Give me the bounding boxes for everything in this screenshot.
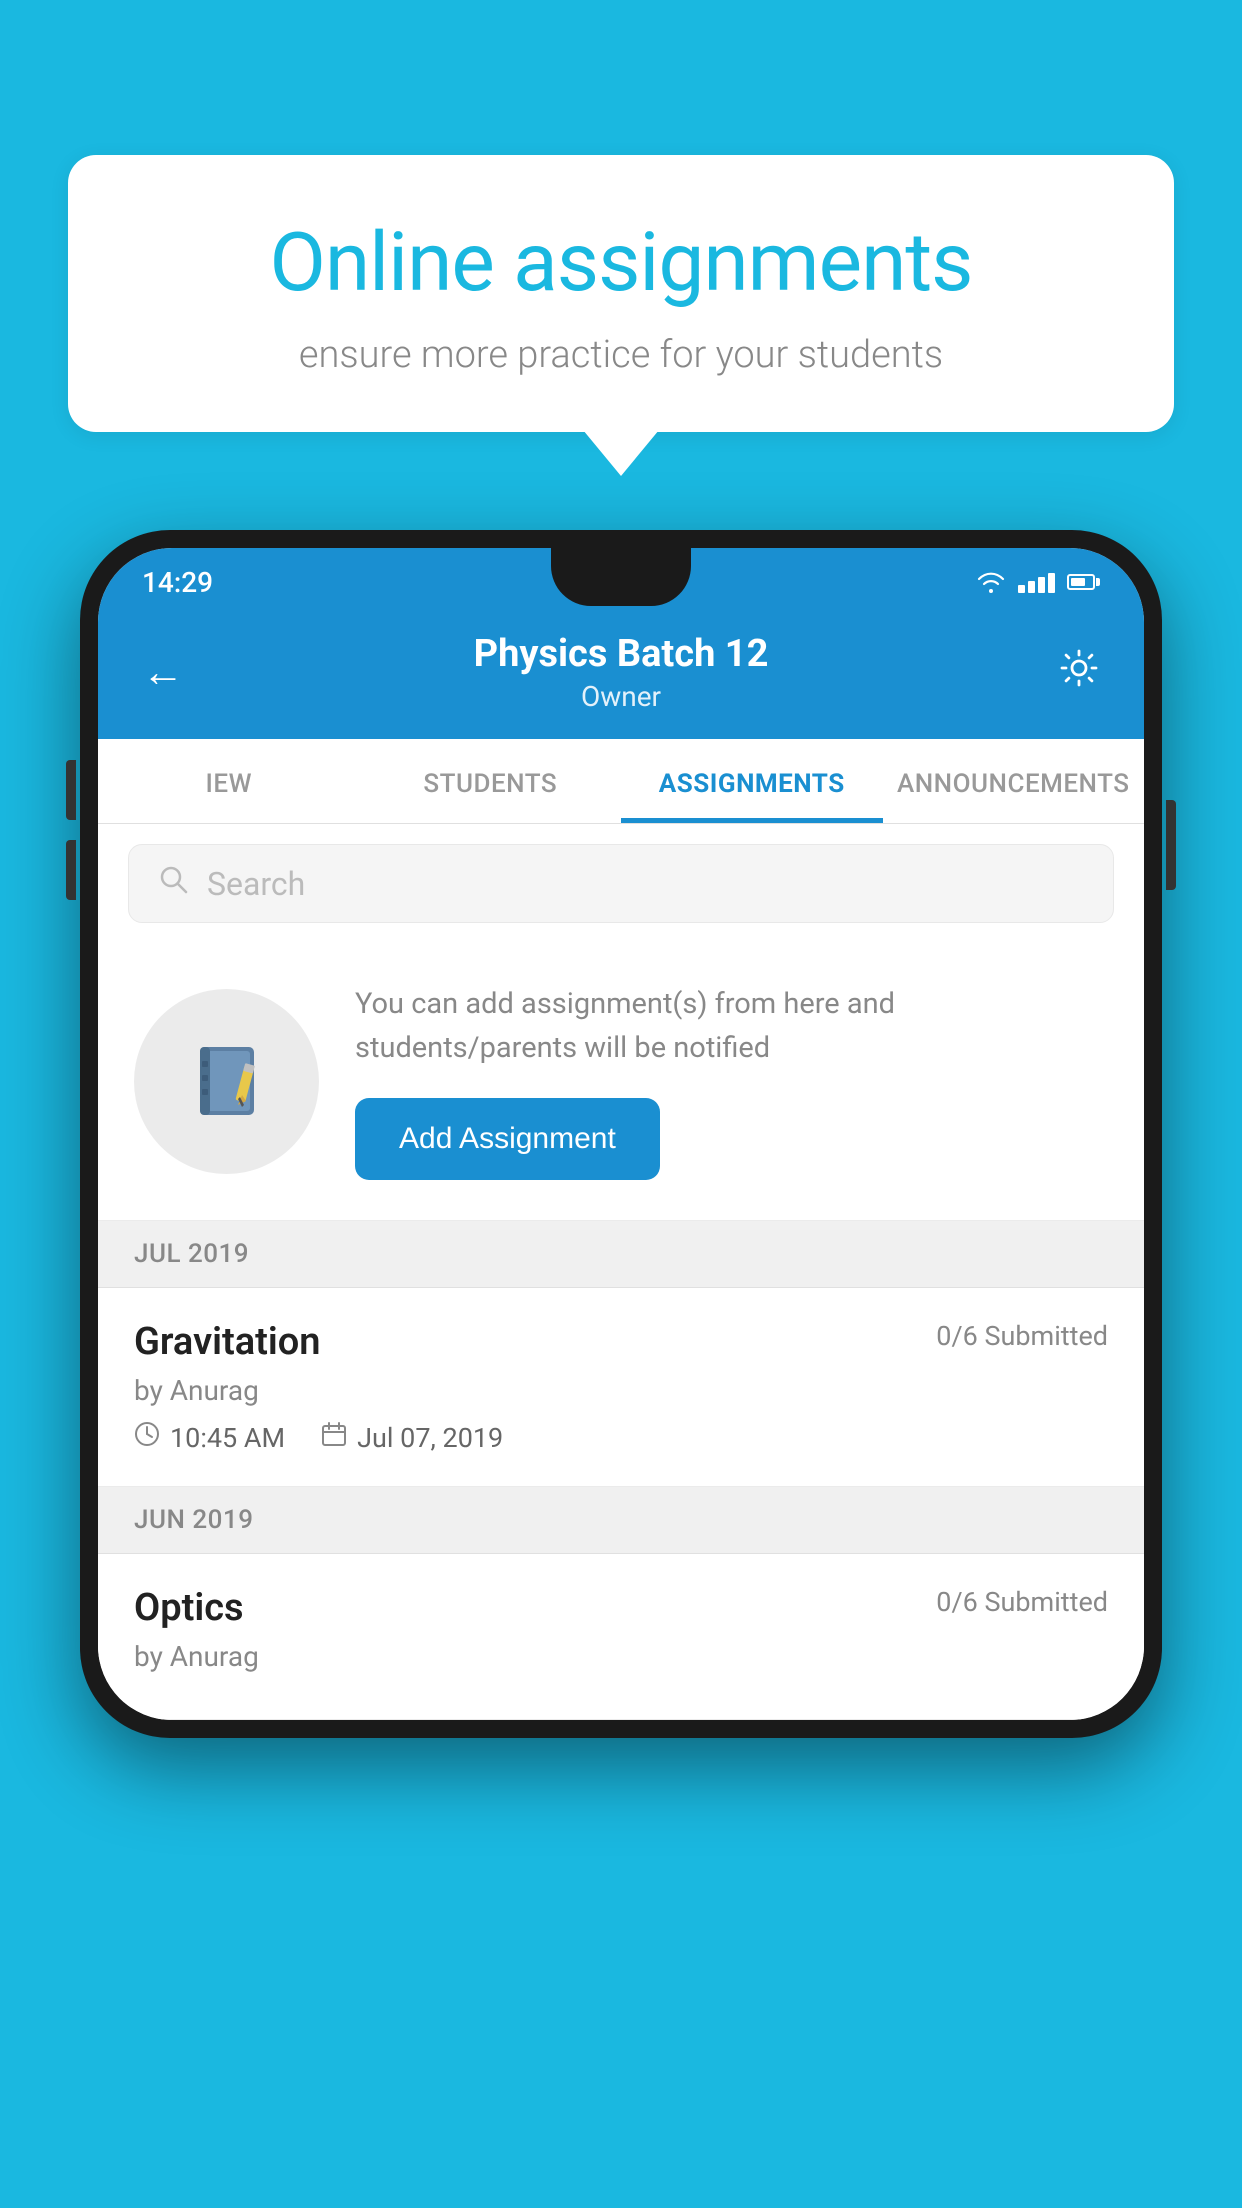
notebook-icon [182, 1037, 272, 1127]
assignment-time-gravitation: 10:45 AM [134, 1421, 285, 1454]
phone-screen: 14:29 [98, 548, 1144, 1720]
tab-students-label: STUDENTS [423, 769, 557, 799]
search-icon [157, 863, 189, 904]
battery-icon [1067, 574, 1100, 590]
batch-subtitle: Owner [474, 680, 769, 713]
speech-bubble-container: Online assignments ensure more practice … [68, 155, 1174, 432]
tabs-container: IEW STUDENTS ASSIGNMENTS ANNOUNCEMENTS [98, 739, 1144, 824]
promo-icon-circle [134, 989, 319, 1174]
tab-iew[interactable]: IEW [98, 739, 360, 823]
assignment-author-gravitation: by Anurag [134, 1374, 1108, 1407]
tab-students[interactable]: STUDENTS [360, 739, 622, 823]
tab-announcements-label: ANNOUNCEMENTS [897, 769, 1130, 799]
tab-announcements[interactable]: ANNOUNCEMENTS [883, 739, 1145, 823]
speech-bubble-title: Online assignments [138, 215, 1104, 311]
assignment-time-label: 10:45 AM [170, 1422, 285, 1454]
tab-assignments[interactable]: ASSIGNMENTS [621, 739, 883, 823]
search-container: Search [98, 824, 1144, 943]
app-header: ← Physics Batch 12 Owner [98, 612, 1144, 739]
side-button-power [1166, 800, 1176, 890]
assignment-meta-gravitation: 10:45 AM Jul 07, 2019 [134, 1421, 1108, 1454]
header-title-area: Physics Batch 12 Owner [474, 632, 769, 713]
search-placeholder: Search [207, 865, 305, 903]
wifi-icon [976, 571, 1006, 593]
assignment-row1-optics: Optics 0/6 Submitted [134, 1586, 1108, 1630]
assignment-title-optics: Optics [134, 1586, 244, 1630]
promo-content: You can add assignment(s) from here and … [355, 983, 1108, 1180]
speech-bubble: Online assignments ensure more practice … [68, 155, 1174, 432]
settings-button[interactable] [1058, 647, 1100, 699]
assignment-item-optics[interactable]: Optics 0/6 Submitted by Anurag [98, 1554, 1144, 1720]
section-header-jul2019-label: JUL 2019 [134, 1239, 249, 1269]
phone-notch [551, 548, 691, 606]
calendar-icon [321, 1421, 347, 1454]
gear-icon [1058, 647, 1100, 689]
batch-title: Physics Batch 12 [474, 632, 769, 676]
phone-mockup: 14:29 [80, 530, 1162, 1738]
status-icons [976, 571, 1100, 593]
tab-iew-label: IEW [206, 769, 252, 799]
assignment-date-label: Jul 07, 2019 [357, 1422, 503, 1454]
side-button-vol-down [66, 840, 76, 900]
back-button[interactable]: ← [142, 648, 184, 697]
side-button-vol-up [66, 760, 76, 820]
assignment-status-gravitation: 0/6 Submitted [936, 1320, 1108, 1352]
clock-icon [134, 1421, 160, 1454]
phone-outer: 14:29 [80, 530, 1162, 1738]
promo-section: You can add assignment(s) from here and … [98, 943, 1144, 1221]
assignment-title-gravitation: Gravitation [134, 1320, 321, 1364]
assignment-row1: Gravitation 0/6 Submitted [134, 1320, 1108, 1364]
section-header-jun2019: JUN 2019 [98, 1487, 1144, 1554]
tab-assignments-label: ASSIGNMENTS [659, 769, 845, 799]
section-header-jun2019-label: JUN 2019 [134, 1505, 253, 1535]
search-bar[interactable]: Search [128, 844, 1114, 923]
assignment-item-gravitation[interactable]: Gravitation 0/6 Submitted by Anurag [98, 1288, 1144, 1487]
section-header-jul2019: JUL 2019 [98, 1221, 1144, 1288]
assignment-author-optics: by Anurag [134, 1640, 1108, 1673]
assignment-status-optics: 0/6 Submitted [936, 1586, 1108, 1618]
speech-bubble-subtitle: ensure more practice for your students [138, 333, 1104, 377]
add-assignment-button[interactable]: Add Assignment [355, 1098, 660, 1180]
assignment-date-gravitation: Jul 07, 2019 [321, 1421, 503, 1454]
signal-icon [1018, 571, 1055, 593]
promo-text: You can add assignment(s) from here and … [355, 983, 1108, 1070]
status-time: 14:29 [142, 566, 213, 599]
